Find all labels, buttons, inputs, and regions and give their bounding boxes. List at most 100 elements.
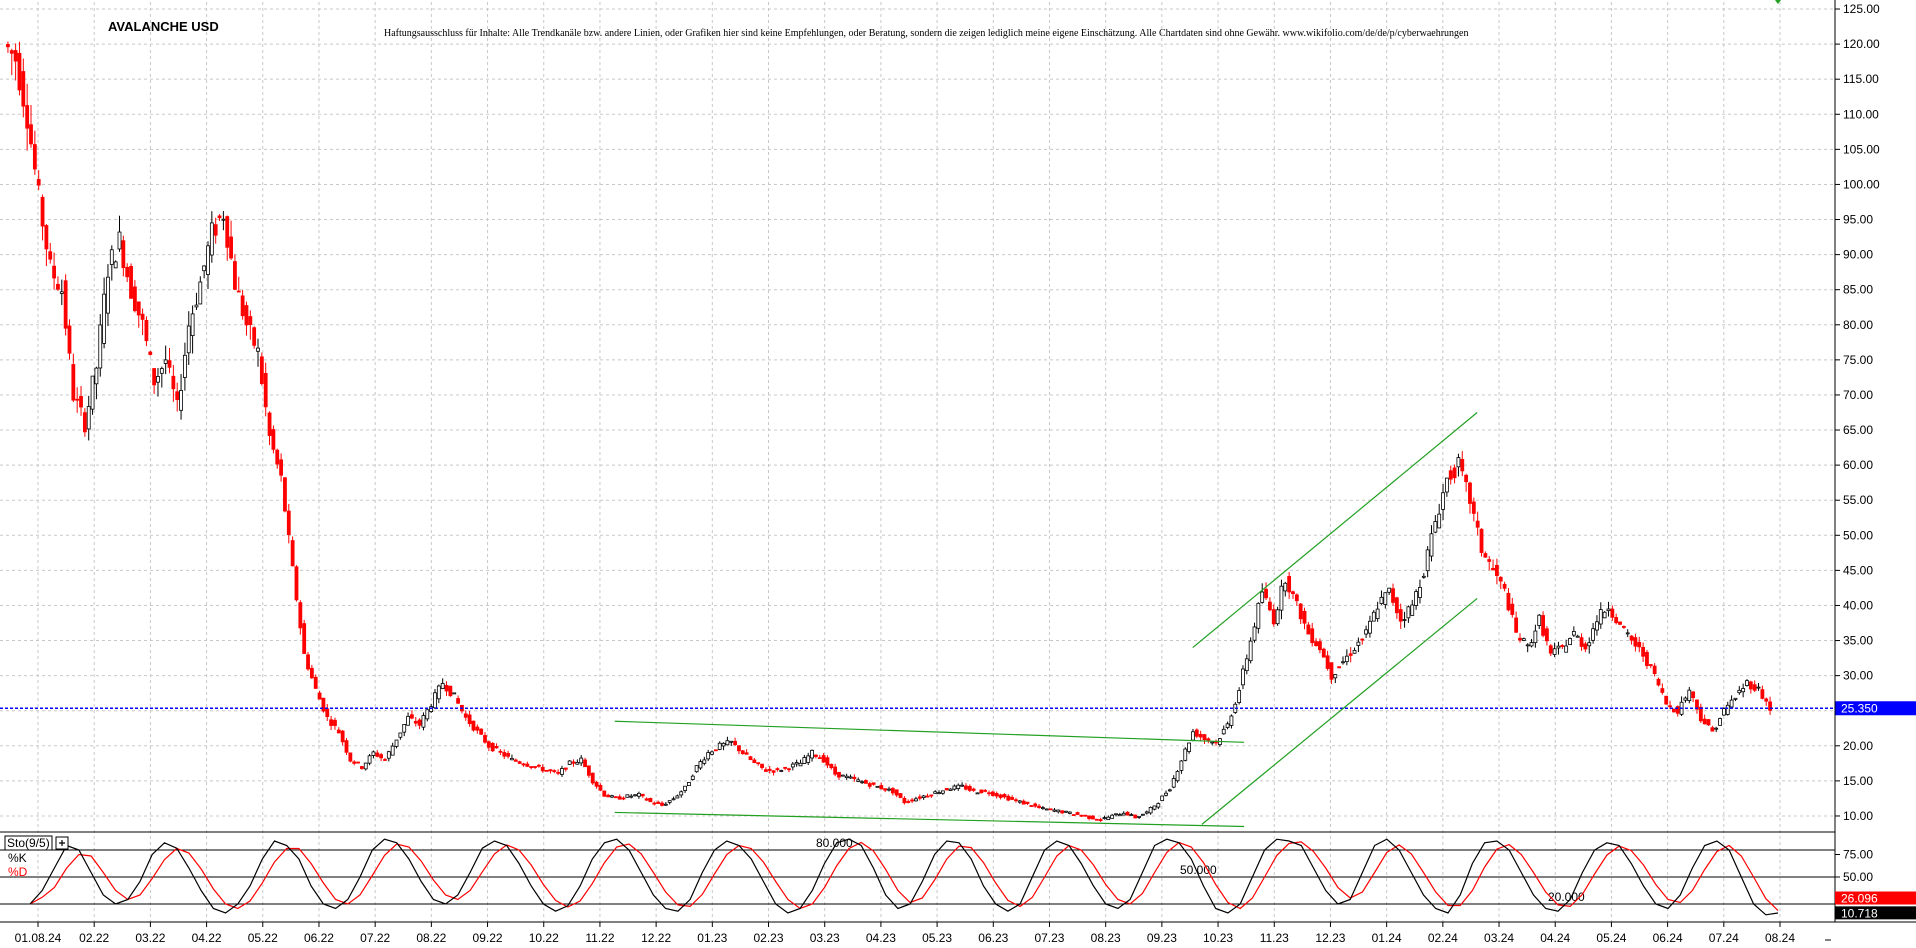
candle-body [1191,731,1195,741]
x-tick-label: 08.24 [1765,931,1795,945]
candle-body [1179,760,1184,771]
candle-body [890,788,895,794]
y-tick-label: 90.00 [1843,248,1873,262]
candle-body [952,785,957,790]
candle-body [1518,637,1522,641]
candle-body [1545,628,1549,642]
x-tick-label: 02.24 [1428,931,1458,945]
candle-body [1471,501,1476,514]
candle-body [1237,690,1242,703]
candle-body [29,124,33,145]
candle-body [817,757,822,760]
candle-body [356,761,360,764]
candle-body [852,776,857,780]
candle-body [883,788,888,791]
candle-body [837,771,841,778]
candle-body [406,715,410,726]
candle-body [871,782,876,785]
candle-body [417,719,422,726]
candle-body [1510,603,1515,615]
candle-body [171,375,176,390]
candle-body [525,763,530,767]
candle-body [1094,818,1099,821]
x-tick-label: 01.24 [1372,931,1402,945]
candle-body [229,236,233,259]
candle-body [117,231,122,250]
candle-body [563,767,568,770]
candle-body [706,752,711,760]
candle-body [1060,810,1065,814]
trendlines [614,412,1478,828]
candle-body [1241,668,1245,686]
candle-body [1337,666,1342,669]
candle-body [1606,608,1611,612]
candle-body [948,788,953,791]
candle-body [971,788,976,791]
candle-body [279,459,283,476]
y-tick-label: 105.00 [1843,142,1880,156]
candle-body [1279,585,1284,611]
candle-body [1271,609,1276,625]
candle-body [1610,608,1615,618]
candle-body [1294,594,1299,602]
candle-body [1202,734,1207,740]
candle-body [144,319,149,342]
candle-body [167,360,172,368]
x-tick-label: 08.22 [416,931,446,945]
y-tick-label: 45.00 [1843,563,1873,577]
candle-body [256,347,260,352]
candle-body [1137,815,1141,818]
candle-body [502,752,507,757]
x-tick-label: 06.23 [978,931,1008,945]
candle-body [1760,689,1765,699]
candle-body [398,732,403,738]
candle-body [1491,567,1495,571]
candle-body [129,265,133,299]
candle-body [40,196,45,227]
candle-body [879,785,884,790]
x-tick-label: 05.23 [922,931,952,945]
candle-body [152,368,157,386]
candle-body [956,784,961,790]
candle-body [1587,642,1592,647]
candle-body [1148,807,1153,814]
candle-body [1344,655,1349,663]
candle-body [479,728,484,735]
candle-body [1391,588,1395,603]
candle-body [136,301,141,316]
candle-body [1314,641,1318,647]
candle-body [1548,645,1553,654]
candle-body [1102,817,1107,820]
candle-body [940,790,945,794]
candle-body [810,749,814,759]
candle-body [752,759,757,763]
candle-body [1352,650,1357,654]
candle-body [1433,521,1438,533]
candle-body [887,788,891,791]
y-tick-label: 60.00 [1843,458,1873,472]
candle-body [383,759,387,761]
candle-body [1183,748,1188,761]
candle-body [1406,606,1411,619]
candle-body [813,754,818,757]
x-tick-label: 07.24 [1709,931,1739,945]
current-price-label: 25.350 [1841,701,1878,715]
candle-body [894,789,899,796]
candle-body [48,251,53,260]
candle-body [675,795,680,799]
x-tick-label: 11.23 [1260,931,1289,945]
y-tick-label: 120.00 [1843,37,1880,51]
candle-body [1125,811,1130,816]
candle-body [617,796,622,800]
candle-body [1425,549,1430,572]
candle-body [1291,591,1295,595]
candle-body [13,50,18,62]
candle-body [1171,778,1176,788]
candle-body [721,742,726,747]
candle-body [914,798,918,802]
candle-body [1394,597,1399,614]
candle-body [283,477,287,512]
candle-body [82,412,87,433]
candle-body [352,761,357,764]
candle-body [1302,610,1307,624]
